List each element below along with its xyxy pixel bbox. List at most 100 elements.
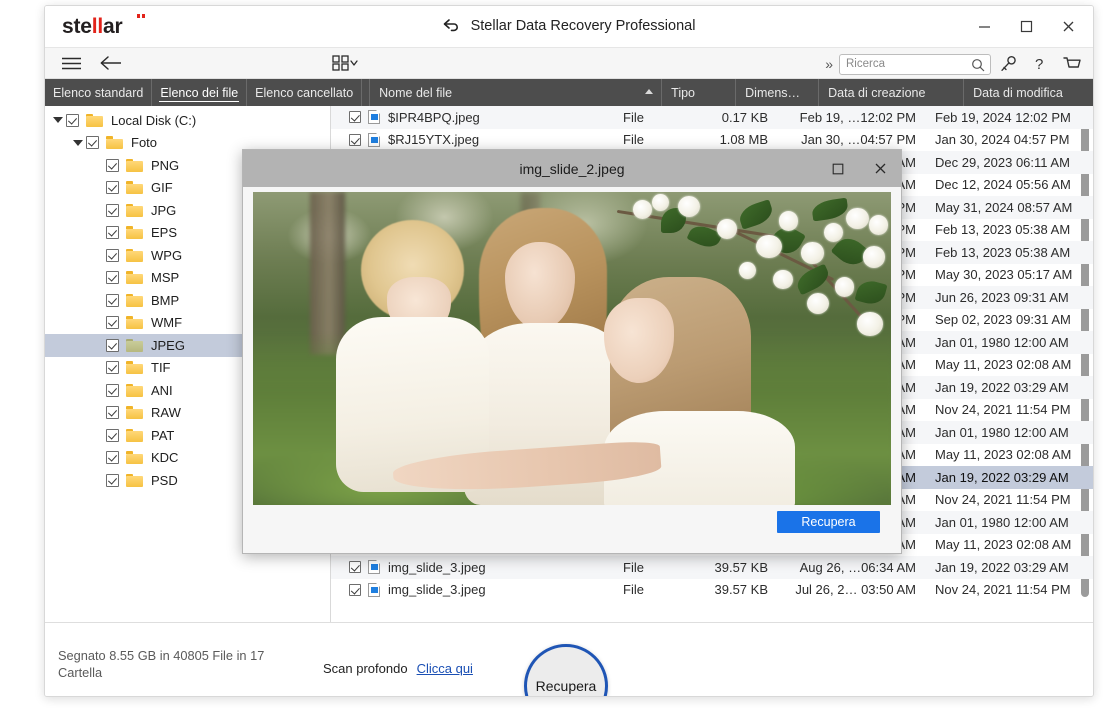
close-button[interactable] [1047, 12, 1089, 42]
back-arrow-icon[interactable] [97, 49, 125, 77]
cell-type: File [623, 109, 644, 125]
tree-item-label: WPG [151, 247, 183, 263]
folder-icon [106, 136, 123, 150]
tree-item-checkbox[interactable] [106, 451, 119, 465]
folder-icon [126, 293, 143, 307]
deep-scan-link[interactable]: Clicca qui [417, 661, 473, 676]
chevron-double-right-icon[interactable]: » [819, 56, 837, 72]
column-header-name[interactable]: Nome del file [370, 79, 663, 106]
help-question-icon[interactable]: ? [1025, 50, 1055, 78]
tree-item-checkbox[interactable] [106, 271, 119, 285]
tree-item-checkbox[interactable] [106, 203, 119, 217]
tab-filler [362, 79, 371, 106]
search-input[interactable] [846, 58, 966, 70]
column-header-label: Dimens… [745, 85, 801, 100]
tree-item-checkbox[interactable] [66, 113, 79, 127]
tree-item-label: PAT [151, 427, 175, 443]
tree-item-label: BMP [151, 292, 180, 308]
cell-modified: Feb 13, 2023 05:38 AM [935, 222, 1071, 238]
dialog-recover-label: Recupera [801, 515, 856, 529]
cell-modified: Jan 19, 2022 03:29 AM [935, 559, 1069, 575]
cell-modified: Jun 26, 2023 09:31 AM [935, 289, 1069, 305]
cell-modified: May 11, 2023 02:08 AM [935, 357, 1072, 373]
tree-item-checkbox[interactable] [106, 248, 119, 262]
expand-caret-icon[interactable] [53, 117, 63, 124]
search-box[interactable] [839, 53, 991, 77]
column-header-size[interactable]: Dimens… [736, 79, 820, 106]
dialog-maximize-button[interactable] [823, 156, 853, 182]
toolbar: » ? [45, 47, 1093, 79]
row-checkbox[interactable] [349, 583, 361, 596]
table-row[interactable]: $RJ15YTX.jpeg File 1.08 MB Jan 30, …04:57 P… [331, 129, 1093, 152]
table-row[interactable]: img_slide_3.jpeg File 39.57 KB Jul 26, 2… 0… [331, 579, 1093, 602]
tree-item-checkbox[interactable] [86, 136, 99, 150]
dialog-recover-button[interactable]: Recupera [777, 511, 880, 533]
folder-icon [126, 406, 143, 420]
tree-item-label: ANI [151, 382, 173, 398]
dialog-close-button[interactable] [865, 156, 895, 182]
column-headers: Nome del file Tipo Dimens… Data di creaz… [370, 79, 1093, 106]
logo-text-part1: ste [62, 14, 92, 38]
row-checkbox[interactable] [349, 561, 361, 574]
title-bar: stellar Stellar Data Recovery Profession… [45, 6, 1093, 47]
svg-text:?: ? [1035, 56, 1043, 73]
tree-item-checkbox[interactable] [106, 316, 119, 330]
hamburger-menu-icon[interactable] [57, 49, 85, 77]
row-checkbox[interactable] [349, 111, 361, 124]
cell-modified: Jan 01, 1980 12:00 AM [935, 514, 1069, 530]
table-row[interactable]: img_slide_3.jpeg File 39.57 KB Aug 26, …06:… [331, 556, 1093, 579]
file-name-text: $RJ15YTX.jpeg [388, 132, 480, 148]
cell-modified: Jan 01, 1980 12:00 AM [935, 334, 1069, 350]
logo-text-part2: ll [91, 14, 104, 38]
tree-item-checkbox[interactable] [106, 158, 119, 172]
cell-file-name: img_slide_3.jpeg [331, 582, 623, 597]
sort-ascending-icon [645, 89, 654, 94]
tree-item-checkbox[interactable] [106, 226, 119, 240]
file-name-text: img_slide_3.jpeg [388, 582, 486, 598]
tree-item-checkbox[interactable] [106, 181, 119, 195]
tree-item-checkbox[interactable] [106, 406, 119, 420]
scan-summary: Segnato 8.55 GB in 40805 File in 17 Cart… [58, 647, 268, 682]
tab-and-column-header-strip: Elenco standard Elenco dei file Elenco c… [45, 79, 1093, 106]
tree-item-checkbox[interactable] [106, 383, 119, 397]
tree-item-checkbox[interactable] [106, 338, 119, 352]
column-header-modified[interactable]: Data di modifica [964, 79, 1093, 106]
folder-icon [126, 428, 143, 442]
tree-item-checkbox[interactable] [106, 473, 119, 487]
cell-modified: Jan 19, 2022 03:29 AM [935, 469, 1069, 485]
row-checkbox[interactable] [349, 133, 361, 146]
expand-caret-icon[interactable] [73, 139, 83, 146]
cell-modified: May 11, 2023 02:08 AM [935, 537, 1072, 553]
key-icon[interactable] [993, 50, 1023, 78]
dialog-title-text: img_slide_2.jpeg [519, 160, 625, 177]
cell-created: Jul 26, 2… 03:50 AM [795, 582, 916, 598]
column-header-type[interactable]: Tipo [662, 79, 737, 106]
minimize-button[interactable] [963, 12, 1005, 42]
tree-item-checkbox[interactable] [106, 428, 119, 442]
grid-view-icon[interactable] [330, 50, 364, 76]
search-icon [971, 58, 985, 77]
application-window: stellar Stellar Data Recovery Profession… [44, 5, 1094, 697]
tab-label: Elenco dei file [160, 85, 239, 100]
tree-item-label: PNG [151, 157, 180, 173]
column-header-created[interactable]: Data di creazione [819, 79, 965, 106]
tab-elenco-dei-file[interactable]: Elenco dei file [152, 79, 248, 106]
shopping-cart-icon[interactable] [1057, 50, 1087, 78]
tree-item-local-disk-c[interactable]: Local Disk (C:) [45, 109, 331, 132]
folder-icon [126, 383, 143, 397]
cell-modified: May 11, 2023 02:08 AM [935, 447, 1072, 463]
folder-icon [126, 316, 143, 330]
maximize-button[interactable] [1005, 12, 1047, 42]
cell-modified: May 30, 2023 05:17 AM [935, 267, 1073, 283]
tree-item-checkbox[interactable] [106, 293, 119, 307]
cell-size: 39.57 KB [714, 559, 769, 575]
tab-elenco-cancellato[interactable]: Elenco cancellato [247, 79, 363, 106]
folder-icon [86, 113, 103, 127]
recover-button[interactable]: Recupera [524, 644, 608, 696]
status-bar: Segnato 8.55 GB in 40805 File in 17 Cart… [45, 622, 1093, 696]
tree-item-label: JPG [151, 202, 177, 218]
column-header-label: Nome del file [379, 85, 453, 100]
tab-elenco-standard[interactable]: Elenco standard [45, 79, 153, 106]
table-row[interactable]: $IPR4BPQ.jpeg File 0.17 KB Feb 19, …12:02 P… [331, 106, 1093, 129]
tree-item-checkbox[interactable] [106, 361, 119, 375]
